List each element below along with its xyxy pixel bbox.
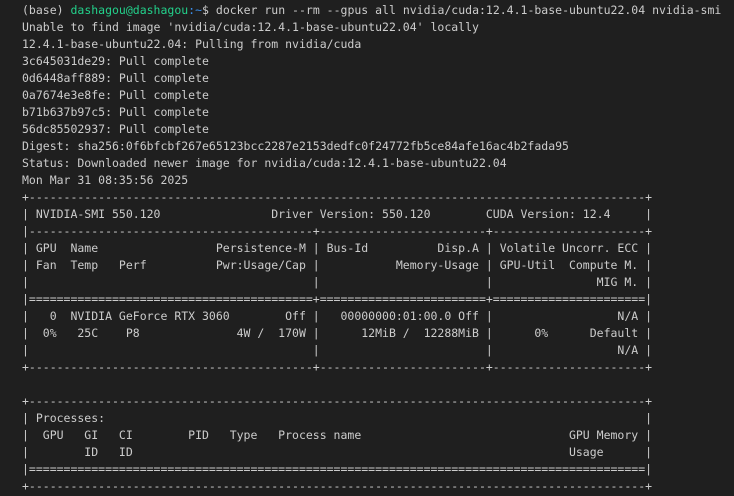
smi-table-line: | Fan Temp Perf Pwr:Usage/Cap | Memory-U… [22, 258, 653, 272]
output-line: Mon Mar 31 08:35:56 2025 [22, 173, 189, 187]
processes-table-line: | Processes: | [22, 411, 653, 425]
command-text[interactable]: docker run --rm --gpus all nvidia/cuda:1… [216, 2, 721, 19]
output-line: 3c645031de29: Pull complete [22, 54, 209, 68]
current-path: :~ [188, 3, 203, 17]
processes-table-line: +---------------------------------------… [22, 394, 653, 408]
user-host: dashagou@dashagou [70, 3, 189, 17]
smi-table-line: | | | MIG M. | [22, 275, 653, 289]
processes-table-line: |=======================================… [22, 462, 653, 476]
smi-table-line: | 0 NVIDIA GeForce RTX 3060 Off | 000000… [22, 309, 653, 323]
output-line: b71b637b97c5: Pull complete [22, 105, 209, 119]
smi-table-line: |=======================================… [22, 292, 653, 306]
processes-table-line: | ID ID Usage | [22, 445, 653, 459]
smi-table-line: | GPU Name Persistence-M | Bus-Id Disp.A… [22, 241, 653, 255]
smi-table-line: +---------------------------------------… [22, 360, 653, 374]
smi-table-line: | NVIDIA-SMI 550.120 Driver Version: 550… [22, 207, 653, 221]
conda-env-label: (base) [22, 3, 71, 17]
prompt-symbol: $ [202, 3, 216, 17]
output-line: Digest: sha256:0f6bfcbf267e65123bcc2287e… [22, 139, 569, 153]
smi-table-line: | | | N/A | [22, 343, 653, 357]
terminal-window[interactable]: (base) dashagou@dashagou:~ $ docker run -… [0, 0, 734, 496]
processes-table-line: | GPU GI CI PID Type Process name GPU Me… [22, 428, 653, 442]
output-line: 56dc85502937: Pull complete [22, 122, 209, 136]
command-prompt-line: (base) dashagou@dashagou:~ $ docker run -… [22, 2, 734, 19]
output-line: 12.4.1-base-ubuntu22.04: Pulling from nv… [22, 37, 362, 51]
output-line: 0d6448aff889: Pull complete [22, 71, 209, 85]
processes-table-line: +---------------------------------------… [22, 479, 653, 493]
smi-table-line: | 0% 25C P8 4W / 170W | 12MiB / 12288MiB… [22, 326, 653, 340]
output-line: 0a7674e3e8fe: Pull complete [22, 88, 209, 102]
output-line: Status: Downloaded newer image for nvidi… [22, 156, 507, 170]
output-line: Unable to find image 'nvidia/cuda:12.4.1… [22, 20, 479, 34]
smi-table-line: +---------------------------------------… [22, 190, 653, 204]
smi-table-line: |---------------------------------------… [22, 224, 653, 238]
